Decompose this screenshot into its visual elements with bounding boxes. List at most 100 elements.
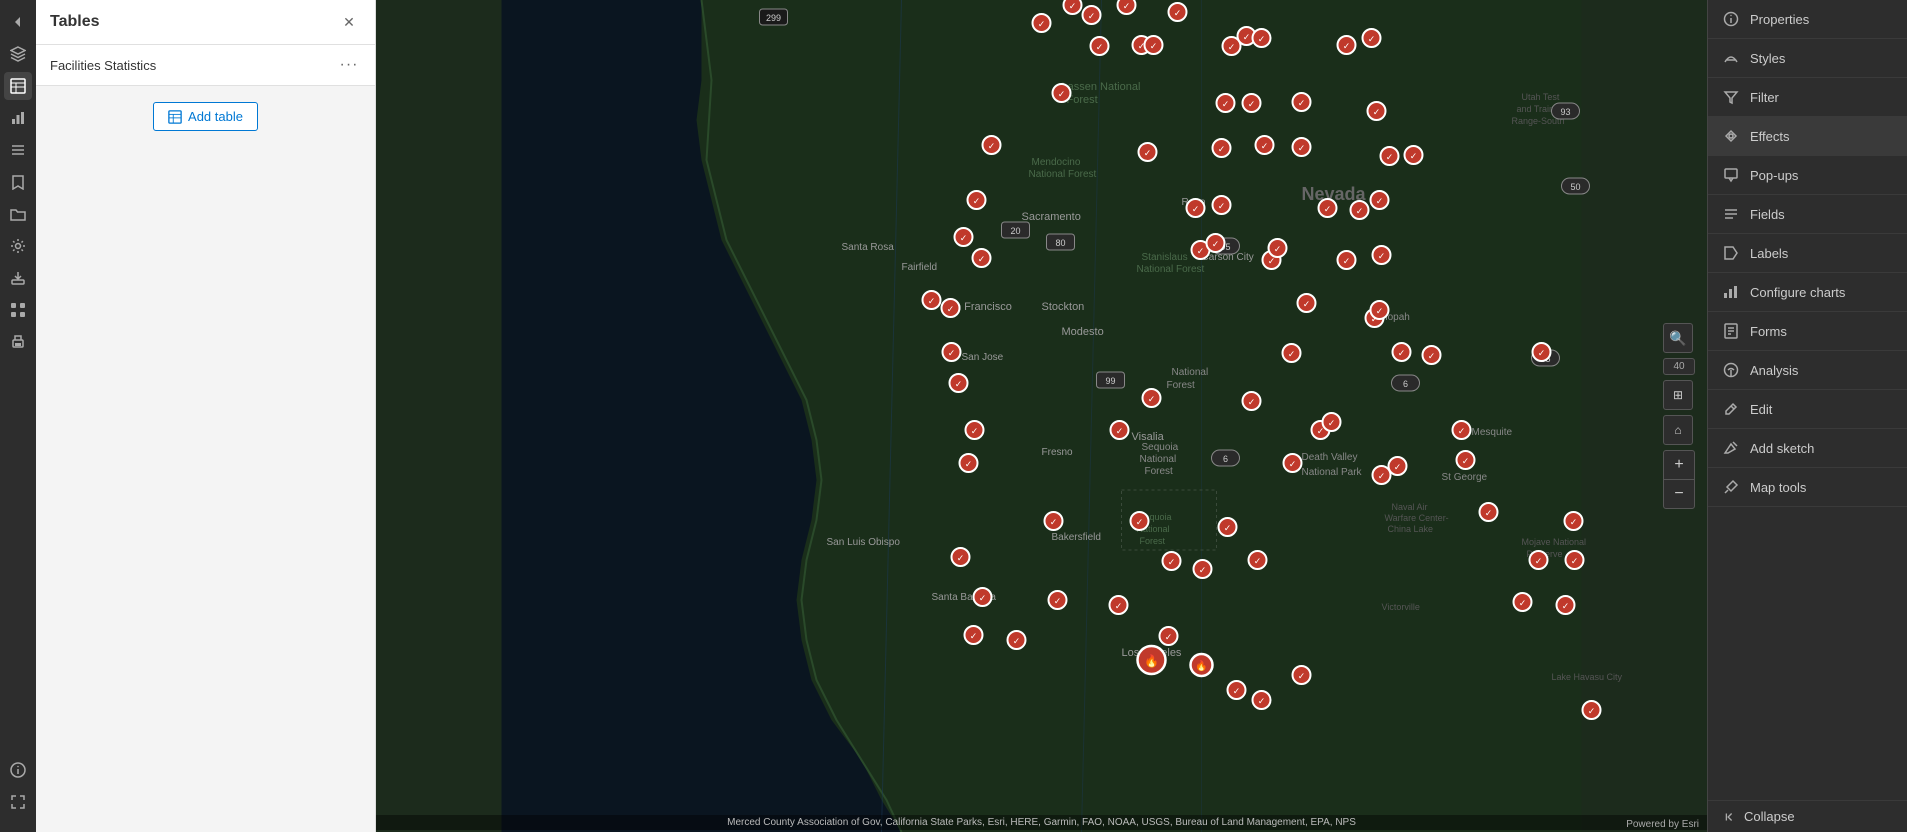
- svg-text:Naval Air: Naval Air: [1392, 502, 1428, 512]
- svg-text:6: 6: [1223, 454, 1228, 464]
- export-btn[interactable]: [4, 264, 32, 292]
- map-tools-icon: [1722, 478, 1740, 496]
- svg-text:✓: ✓: [979, 593, 987, 603]
- svg-text:Forest: Forest: [1067, 94, 1098, 106]
- svg-text:✓: ✓: [1144, 148, 1152, 158]
- svg-text:San Luis Obispo: San Luis Obispo: [827, 537, 901, 548]
- svg-text:✓: ✓: [1261, 141, 1269, 151]
- svg-text:✓: ✓: [1588, 706, 1596, 716]
- svg-text:✓: ✓: [1535, 556, 1543, 566]
- map-area[interactable]: 299 Nevada Sacramento San Francisco San …: [376, 0, 1707, 832]
- svg-text:✓: ✓: [1222, 99, 1230, 109]
- svg-text:✓: ✓: [1199, 565, 1207, 575]
- map-search-button[interactable]: 🔍: [1663, 323, 1693, 353]
- fields-item[interactable]: Fields: [1708, 195, 1907, 234]
- svg-text:✓: ✓: [1050, 517, 1058, 527]
- chart-btn[interactable]: [4, 104, 32, 132]
- print-btn[interactable]: [4, 328, 32, 356]
- apps-btn[interactable]: [4, 296, 32, 324]
- svg-text:✓: ✓: [960, 233, 968, 243]
- svg-text:✓: ✓: [1376, 306, 1384, 316]
- svg-text:✓: ✓: [1570, 517, 1578, 527]
- map-background: 299 Nevada Sacramento San Francisco San …: [376, 0, 1707, 832]
- back-btn[interactable]: [4, 8, 32, 36]
- folder-btn[interactable]: [4, 200, 32, 228]
- svg-text:✓: ✓: [1324, 204, 1332, 214]
- fields-icon: [1722, 205, 1740, 223]
- svg-text:✓: ✓: [1058, 89, 1066, 99]
- svg-text:✓: ✓: [1243, 32, 1251, 42]
- edit-item[interactable]: Edit: [1708, 390, 1907, 429]
- collapse-label: Collapse: [1744, 809, 1795, 824]
- svg-text:✓: ✓: [1343, 41, 1351, 51]
- svg-text:✓: ✓: [1136, 517, 1144, 527]
- bookmark-btn[interactable]: [4, 168, 32, 196]
- right-panel: Properties Styles Filter Effects: [1707, 0, 1907, 832]
- add-table-button[interactable]: Add table: [153, 102, 258, 131]
- svg-text:✓: ✓: [1248, 397, 1256, 407]
- svg-text:✓: ✓: [1462, 456, 1470, 466]
- filter-item[interactable]: Filter: [1708, 78, 1907, 117]
- effects-icon: [1722, 127, 1740, 145]
- map-tools-item[interactable]: Map tools: [1708, 468, 1907, 507]
- list-btn[interactable]: [4, 136, 32, 164]
- more-options-button[interactable]: ···: [337, 53, 361, 77]
- map-attribution: Merced County Association of Gov, Califo…: [376, 815, 1707, 830]
- map-svg: 299 Nevada Sacramento San Francisco San …: [376, 0, 1707, 832]
- facilities-statistics-label: Facilities Statistics: [50, 58, 156, 73]
- add-sketch-item[interactable]: Add sketch: [1708, 429, 1907, 468]
- svg-text:Bakersfield: Bakersfield: [1052, 532, 1101, 543]
- panel-title: Tables: [50, 13, 100, 31]
- forms-item[interactable]: Forms: [1708, 312, 1907, 351]
- svg-text:Forest: Forest: [1140, 536, 1166, 546]
- home-button[interactable]: ⌂: [1663, 415, 1693, 445]
- expand-btn[interactable]: [4, 788, 32, 816]
- svg-text:✓: ✓: [1115, 601, 1123, 611]
- effects-item[interactable]: Effects: [1708, 117, 1907, 156]
- svg-text:✓: ✓: [970, 631, 978, 641]
- svg-text:Sacramento: Sacramento: [1022, 211, 1081, 223]
- svg-text:✓: ✓: [1248, 99, 1256, 109]
- svg-text:✓: ✓: [955, 379, 963, 389]
- svg-text:Forest: Forest: [1145, 466, 1174, 477]
- svg-text:✓: ✓: [1054, 596, 1062, 606]
- svg-text:✓: ✓: [1165, 632, 1173, 642]
- configure-charts-icon: [1722, 283, 1740, 301]
- table-btn[interactable]: [4, 72, 32, 100]
- svg-text:✓: ✓: [1069, 1, 1077, 11]
- popups-item[interactable]: Pop-ups: [1708, 156, 1907, 195]
- zoom-display: 40: [1663, 358, 1695, 375]
- analysis-item[interactable]: Analysis: [1708, 351, 1907, 390]
- layers-btn[interactable]: [4, 40, 32, 68]
- zoom-in-button[interactable]: +: [1664, 451, 1694, 479]
- styles-label: Styles: [1750, 51, 1785, 66]
- analysis-label: Analysis: [1750, 363, 1798, 378]
- edit-icon: [1722, 400, 1740, 418]
- info-btn[interactable]: [4, 756, 32, 784]
- zoom-out-button[interactable]: −: [1664, 480, 1694, 508]
- svg-text:✓: ✓: [1197, 246, 1205, 256]
- svg-text:✓: ✓: [1328, 418, 1336, 428]
- svg-text:✓: ✓: [1394, 462, 1402, 472]
- svg-text:Fresno: Fresno: [1042, 447, 1074, 458]
- properties-item[interactable]: Properties: [1708, 0, 1907, 39]
- svg-text:✓: ✓: [1274, 244, 1282, 254]
- svg-text:✓: ✓: [1410, 151, 1418, 161]
- collapse-button[interactable]: Collapse: [1708, 800, 1907, 832]
- labels-item[interactable]: Labels: [1708, 234, 1907, 273]
- settings-btn[interactable]: [4, 232, 32, 260]
- properties-icon: [1722, 10, 1740, 28]
- svg-text:Santa Rosa: Santa Rosa: [842, 242, 895, 253]
- fullscreen-button[interactable]: ⊞: [1663, 380, 1693, 410]
- popups-icon: [1722, 166, 1740, 184]
- styles-item[interactable]: Styles: [1708, 39, 1907, 78]
- filter-label: Filter: [1750, 90, 1779, 105]
- svg-text:✓: ✓: [1317, 426, 1325, 436]
- svg-text:✓: ✓: [1378, 471, 1386, 481]
- collapse-icon: [1722, 810, 1736, 824]
- svg-text:✓: ✓: [947, 304, 955, 314]
- add-sketch-icon: [1722, 439, 1740, 457]
- close-panel-button[interactable]: ✕: [337, 10, 361, 34]
- configure-charts-item[interactable]: Configure charts: [1708, 273, 1907, 312]
- svg-text:Victorville: Victorville: [1382, 602, 1420, 612]
